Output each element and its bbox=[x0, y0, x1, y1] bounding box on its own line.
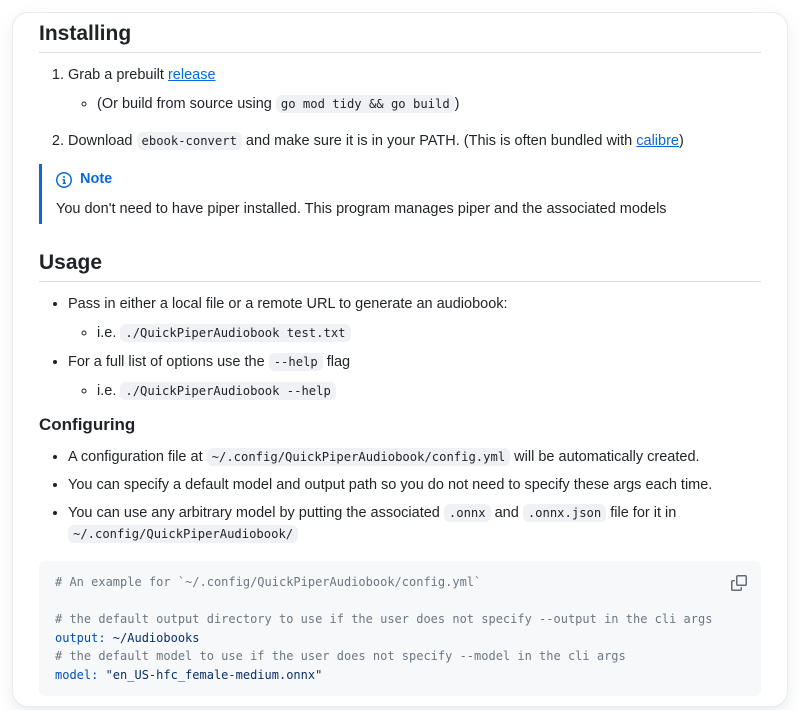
section-heading-usage: Usage bbox=[39, 250, 761, 282]
release-link[interactable]: release bbox=[168, 67, 216, 83]
note-title: Note bbox=[56, 169, 747, 190]
list-item-ebook-convert: Download ebook-convert and make sure it … bbox=[68, 131, 761, 152]
code-line: # An example for `~/.config/QuickPiperAu… bbox=[55, 573, 745, 592]
item-text: You can use any arbitrary model by putti… bbox=[68, 505, 444, 521]
yaml-code-block: # An example for `~/.config/QuickPiperAu… bbox=[39, 561, 761, 696]
installing-sublist: (Or build from source using go mod tidy … bbox=[68, 91, 761, 117]
item-text: will be automatically created. bbox=[510, 449, 699, 465]
list-item-arbitrary-model: You can use any arbitrary model by putti… bbox=[68, 503, 761, 545]
item-text: Grab a prebuilt bbox=[68, 67, 168, 83]
inline-code-go-build: go mod tidy && go build bbox=[276, 95, 455, 113]
copy-icon bbox=[731, 575, 747, 591]
inline-code-help-flag: --help bbox=[269, 353, 323, 371]
item-text: and bbox=[491, 505, 523, 521]
inline-code-config-dir: ~/.config/QuickPiperAudiobook/ bbox=[68, 525, 298, 543]
calibre-link[interactable]: calibre bbox=[636, 133, 679, 149]
item-text: flag bbox=[323, 354, 350, 370]
info-icon bbox=[56, 172, 72, 188]
list-item-example-file: i.e. ./QuickPiperAudiobook test.txt bbox=[97, 320, 761, 346]
item-text: You can specify a default model and outp… bbox=[68, 477, 712, 493]
configuring-list: A configuration file at ~/.config/QuickP… bbox=[39, 447, 761, 545]
item-text: file for it in bbox=[606, 505, 676, 521]
list-item-prebuilt-release: Grab a prebuilt release (Or build from s… bbox=[68, 65, 761, 117]
list-item-build-from-source: (Or build from source using go mod tidy … bbox=[97, 91, 761, 117]
item-text: i.e. bbox=[97, 325, 120, 341]
section-heading-configuring: Configuring bbox=[39, 414, 761, 436]
copy-code-button[interactable] bbox=[725, 569, 753, 597]
list-item-default-model: You can specify a default model and outp… bbox=[68, 475, 761, 496]
list-item-pass-input: Pass in either a local file or a remote … bbox=[68, 294, 761, 346]
code-line bbox=[55, 592, 745, 611]
code-line: model: "en_US-hfc_female-medium.onnx" bbox=[55, 666, 745, 685]
note-callout: Note You don't need to have piper instal… bbox=[39, 164, 761, 224]
item-text: ) bbox=[679, 133, 684, 149]
list-item-help-flag: For a full list of options use the --hel… bbox=[68, 352, 761, 404]
inline-code-onnx-json: .onnx.json bbox=[523, 504, 606, 522]
list-item-config-file: A configuration file at ~/.config/QuickP… bbox=[68, 447, 761, 468]
list-item-example-help: i.e. ./QuickPiperAudiobook --help bbox=[97, 378, 761, 404]
code-lines: # An example for `~/.config/QuickPiperAu… bbox=[55, 573, 745, 684]
inline-code-config-path: ~/.config/QuickPiperAudiobook/config.yml bbox=[207, 448, 511, 466]
item-text: (Or build from source using bbox=[97, 96, 276, 112]
inline-code-ebook-convert: ebook-convert bbox=[137, 132, 242, 150]
item-text: Download bbox=[68, 133, 137, 149]
usage-list: Pass in either a local file or a remote … bbox=[39, 294, 761, 404]
installing-list: Grab a prebuilt release (Or build from s… bbox=[39, 65, 761, 152]
note-text: You don't need to have piper installed. … bbox=[56, 199, 747, 220]
item-text: Pass in either a local file or a remote … bbox=[68, 296, 508, 312]
code-line: output: ~/Audiobooks bbox=[55, 629, 745, 648]
item-text: ) bbox=[455, 96, 460, 112]
code-line: # the default model to use if the user d… bbox=[55, 647, 745, 666]
inline-code-onnx: .onnx bbox=[444, 504, 491, 522]
readme-card: Installing Grab a prebuilt release (Or b… bbox=[12, 12, 788, 707]
usage-sublist-2: i.e. ./QuickPiperAudiobook --help bbox=[68, 378, 761, 404]
inline-code-example-file: ./QuickPiperAudiobook test.txt bbox=[120, 324, 350, 342]
code-line: # the default output directory to use if… bbox=[55, 610, 745, 629]
item-text: For a full list of options use the bbox=[68, 354, 269, 370]
item-text: and make sure it is in your PATH. (This … bbox=[242, 133, 636, 149]
note-label: Note bbox=[80, 169, 112, 190]
item-text: i.e. bbox=[97, 383, 120, 399]
section-heading-installing: Installing bbox=[39, 21, 761, 53]
inline-code-example-help: ./QuickPiperAudiobook --help bbox=[120, 382, 335, 400]
usage-sublist-1: i.e. ./QuickPiperAudiobook test.txt bbox=[68, 320, 761, 346]
item-text: A configuration file at bbox=[68, 449, 207, 465]
